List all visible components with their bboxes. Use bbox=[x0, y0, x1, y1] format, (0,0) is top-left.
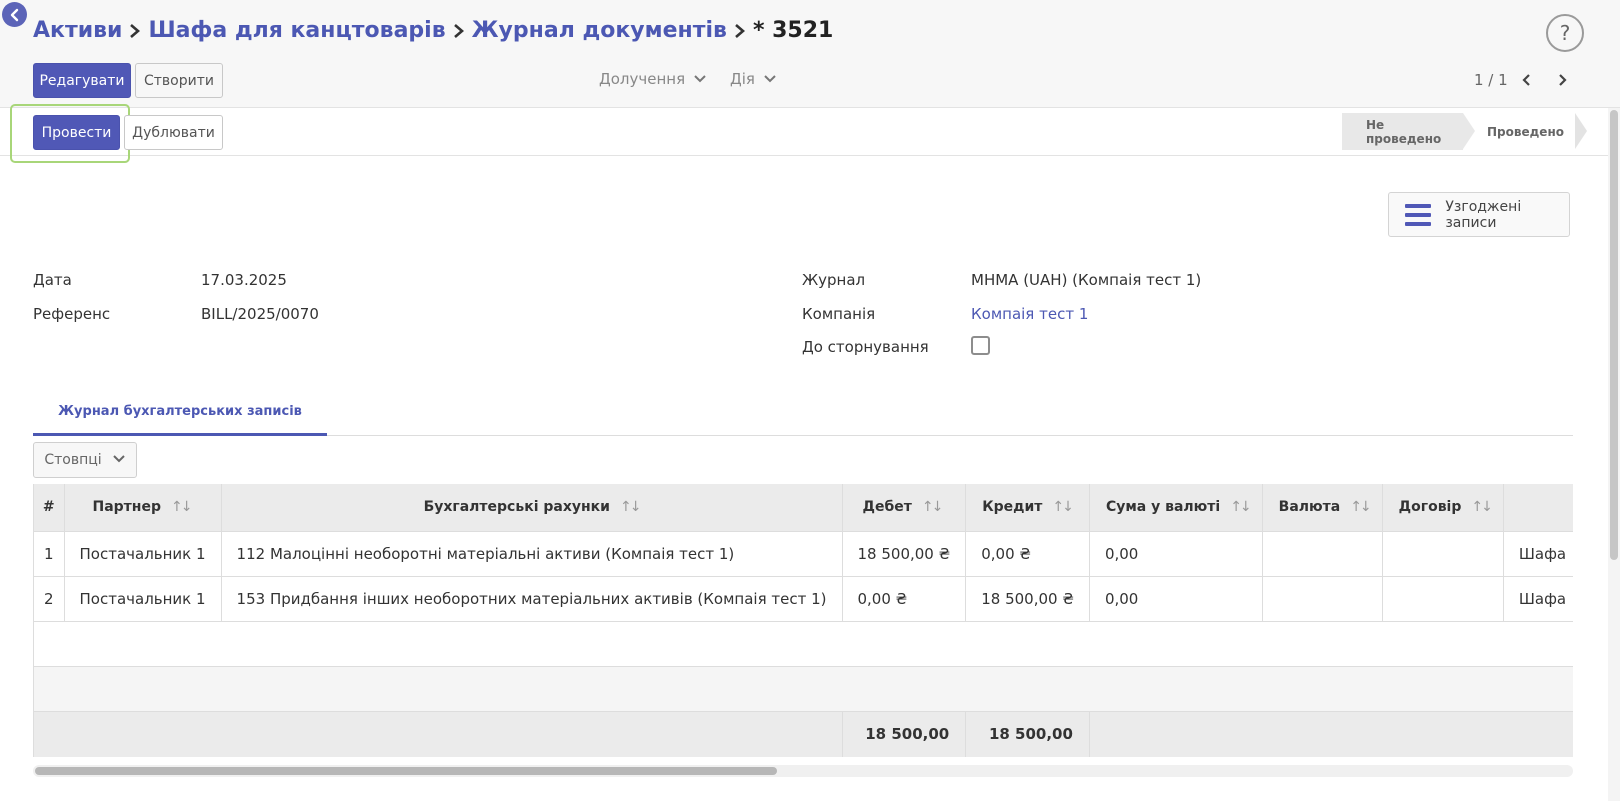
row-currency bbox=[1262, 531, 1383, 577]
column-header-currency[interactable]: Валюта ↑↓ bbox=[1262, 484, 1383, 532]
stage-draft[interactable]: Не проведено bbox=[1342, 113, 1475, 150]
breadcrumb-current: * 3521 bbox=[752, 18, 834, 43]
column-header-debit[interactable]: Дебет ↑↓ bbox=[842, 484, 967, 532]
row-account: 153 Придбання інших необоротних матеріал… bbox=[221, 576, 843, 622]
row-debit: 0,00 ₴ bbox=[842, 576, 967, 622]
row-amount-currency: 0,00 bbox=[1089, 576, 1263, 622]
row-currency bbox=[1262, 576, 1383, 622]
columns-label: Стовпці bbox=[44, 452, 102, 468]
reference-label: Референс bbox=[33, 305, 111, 323]
row-credit: 0,00 ₴ bbox=[965, 531, 1090, 577]
column-header-credit-label: Кредит bbox=[982, 499, 1043, 516]
row-partner: Постачальник 1 bbox=[64, 576, 222, 622]
edit-button[interactable]: Редагувати bbox=[33, 63, 131, 98]
row-credit: 18 500,00 ₴ bbox=[965, 576, 1090, 622]
sort-icon: ↑↓ bbox=[1350, 499, 1372, 516]
sort-icon: ↑↓ bbox=[921, 499, 944, 516]
company-label: Компанія bbox=[802, 305, 876, 323]
chevron-down-icon bbox=[693, 70, 707, 88]
create-button[interactable]: Створити bbox=[135, 63, 223, 98]
total-credit: 18 500,00 bbox=[965, 711, 1090, 757]
action-dropdown[interactable]: Дія bbox=[730, 70, 777, 88]
table-row[interactable]: 2 Постачальник 1 153 Придбання інших нео… bbox=[34, 576, 1573, 622]
row-debit: 18 500,00 ₴ bbox=[842, 531, 967, 577]
sort-icon: ↑↓ bbox=[171, 499, 193, 516]
date-value: 17.03.2025 bbox=[201, 271, 287, 289]
journal-value: МНМА (UAH) (Компаія тест 1) bbox=[971, 271, 1202, 289]
row-index: 2 bbox=[34, 576, 65, 622]
journal-label: Журнал bbox=[802, 271, 866, 289]
vertical-scrollbar-thumb[interactable] bbox=[1610, 110, 1618, 560]
empty-row bbox=[34, 621, 1573, 667]
row-contract bbox=[1382, 576, 1504, 622]
to-reverse-checkbox[interactable] bbox=[971, 336, 990, 355]
reconciled-entries-label: Узгоджені записи bbox=[1445, 198, 1522, 231]
sort-icon: ↑↓ bbox=[1230, 499, 1252, 516]
empty-row bbox=[34, 666, 1573, 712]
column-header-partner-label: Партнер bbox=[92, 499, 162, 516]
chevron-right-icon bbox=[733, 23, 747, 39]
column-header-account-label: Бухгалтерські рахунки bbox=[423, 499, 610, 516]
sort-icon: ↑↓ bbox=[1052, 499, 1074, 516]
to-reverse-label: До сторнування bbox=[802, 338, 929, 356]
duplicate-button[interactable]: Дублювати bbox=[124, 115, 223, 150]
action-label: Дія bbox=[730, 70, 755, 88]
row-extra: Шафа bbox=[1503, 531, 1573, 577]
column-header-debit-label: Дебет bbox=[862, 499, 912, 516]
chevron-down-icon bbox=[763, 70, 777, 88]
row-partner: Постачальник 1 bbox=[64, 531, 222, 577]
sort-icon: ↑↓ bbox=[1471, 499, 1493, 516]
date-label: Дата bbox=[33, 271, 72, 289]
tab-journal-items[interactable]: Журнал бухгалтерських записів bbox=[33, 390, 327, 436]
help-button[interactable]: ? bbox=[1546, 14, 1584, 52]
column-header-index: # bbox=[34, 484, 65, 532]
vertical-scrollbar[interactable] bbox=[1608, 108, 1620, 801]
horizontal-scrollbar[interactable] bbox=[33, 765, 1573, 777]
chevron-right-icon bbox=[452, 23, 466, 39]
row-amount-currency: 0,00 bbox=[1089, 531, 1263, 577]
control-panel bbox=[0, 0, 1620, 108]
status-stages: Не проведено Проведено bbox=[1342, 113, 1587, 150]
row-index: 1 bbox=[34, 531, 65, 577]
column-header-amount-currency-label: Сума у валюті bbox=[1105, 499, 1221, 516]
column-header-contract-label: Договір bbox=[1398, 499, 1462, 516]
breadcrumb-item-journal[interactable]: Журнал документів bbox=[472, 18, 727, 43]
column-header-credit[interactable]: Кредит ↑↓ bbox=[965, 484, 1090, 532]
attachments-label: Долучення bbox=[599, 70, 686, 88]
row-contract bbox=[1382, 531, 1504, 577]
reference-value: BILL/2025/0070 bbox=[201, 305, 319, 323]
post-button[interactable]: Провести bbox=[33, 115, 120, 150]
pager-value[interactable]: 1 / 1 bbox=[1474, 71, 1508, 89]
column-header-currency-label: Валюта bbox=[1278, 499, 1341, 516]
columns-dropdown[interactable]: Стовпці bbox=[33, 442, 137, 478]
notebook-tabs: Журнал бухгалтерських записів bbox=[33, 390, 1573, 436]
stage-posted[interactable]: Проведено bbox=[1463, 113, 1587, 150]
sort-icon: ↑↓ bbox=[620, 499, 642, 516]
column-header-partner[interactable]: Партнер ↑↓ bbox=[64, 484, 222, 532]
row-account: 112 Малоцінні необоротні матеріальні акт… bbox=[221, 531, 843, 577]
back-arrow-icon[interactable] bbox=[2, 2, 27, 27]
column-header-contract[interactable]: Договір ↑↓ bbox=[1382, 484, 1504, 532]
journal-items-table: # Партнер ↑↓ Бухгалтерські рахунки ↑↓ Дебе… bbox=[33, 484, 1573, 757]
breadcrumb-item-cabinet[interactable]: Шафа для канцтоварів bbox=[148, 18, 445, 43]
pager-previous-icon[interactable] bbox=[1516, 70, 1536, 90]
chevron-down-icon bbox=[112, 452, 126, 468]
breadcrumb-item-assets[interactable]: Активи bbox=[33, 18, 122, 43]
horizontal-scrollbar-thumb[interactable] bbox=[35, 767, 777, 775]
reconciled-entries-button[interactable]: Узгоджені записи bbox=[1388, 192, 1570, 237]
pager-next-icon[interactable] bbox=[1553, 70, 1573, 90]
row-extra: Шафа bbox=[1503, 576, 1573, 622]
chevron-right-icon bbox=[128, 23, 142, 39]
column-header-extra bbox=[1503, 484, 1573, 532]
table-row[interactable]: 1 Постачальник 1 112 Малоцінні необоротн… bbox=[34, 531, 1573, 577]
attachments-dropdown[interactable]: Долучення bbox=[599, 70, 707, 88]
totals-row: 18 500,00 18 500,00 bbox=[34, 711, 1573, 757]
company-link[interactable]: Компаія тест 1 bbox=[971, 305, 1088, 323]
column-header-account[interactable]: Бухгалтерські рахунки ↑↓ bbox=[221, 484, 843, 532]
column-header-amount-currency[interactable]: Сума у валюті ↑↓ bbox=[1089, 484, 1263, 532]
breadcrumb: Активи Шафа для канцтоварів Журнал докум… bbox=[33, 18, 833, 43]
total-debit: 18 500,00 bbox=[842, 711, 967, 757]
list-icon bbox=[1405, 203, 1432, 226]
